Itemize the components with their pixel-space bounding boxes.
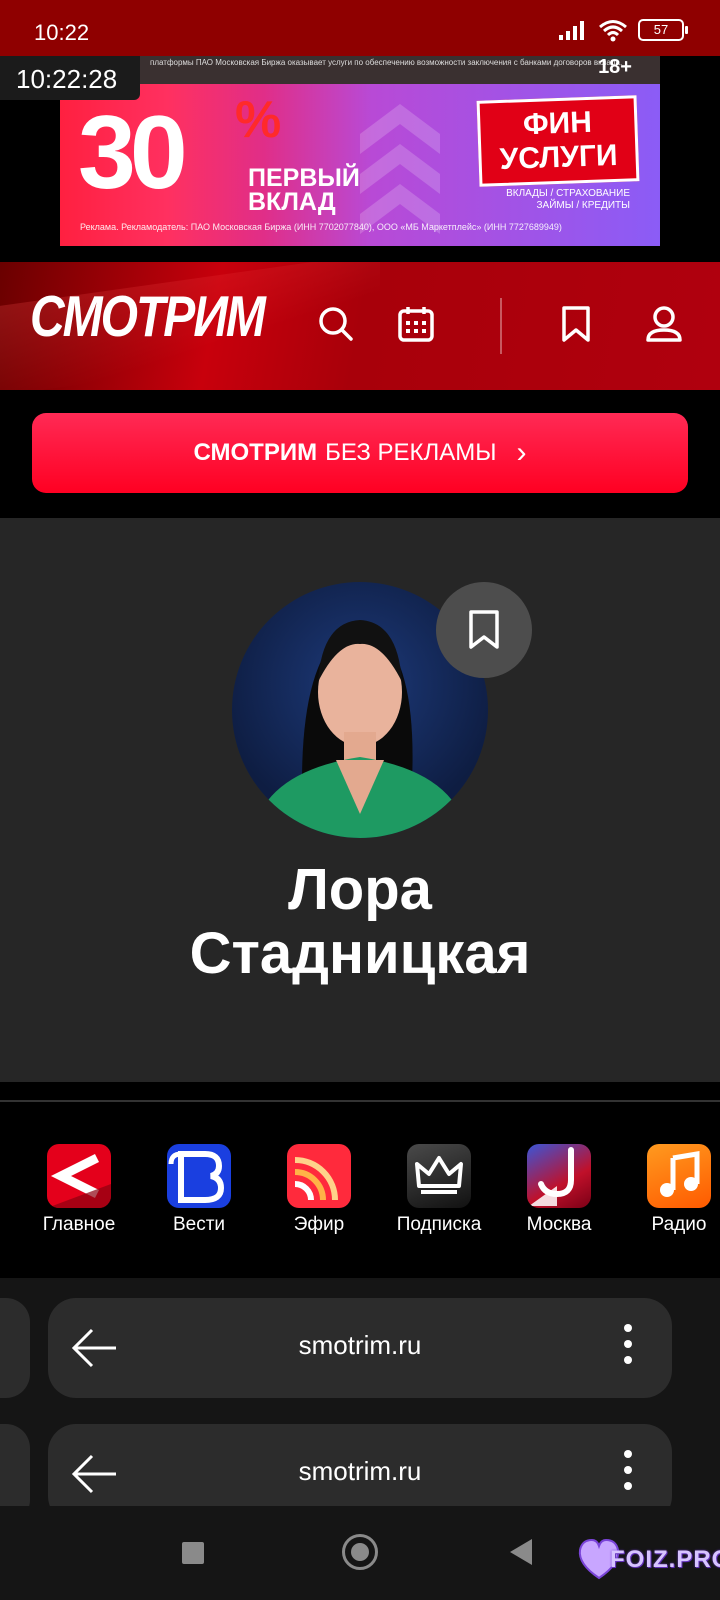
user-icon[interactable] — [642, 302, 686, 346]
bookmark-icon[interactable] — [554, 302, 598, 346]
bookmark-icon — [469, 610, 499, 649]
ad-big-number: 30 — [78, 95, 188, 211]
calendar-icon[interactable] — [394, 302, 438, 346]
ad-line1: ПЕРВЫЙ — [248, 164, 360, 192]
person-last-name: Стадницкая — [189, 921, 531, 986]
person-profile: Лора Стадницкая — [0, 518, 720, 1082]
ad-legal-text: Реклама. Рекламодатель: ПАО Московская Б… — [80, 222, 562, 232]
status-bar: 10:22 57 — [0, 0, 720, 56]
search-icon[interactable] — [314, 302, 358, 346]
ad-badge-line1: ФИН — [522, 105, 593, 142]
app-label: Радио — [651, 1214, 707, 1235]
recent-card-url: smotrim.ru — [298, 1330, 422, 1360]
more-vertical-icon[interactable] — [624, 1324, 634, 1372]
follow-bookmark-button[interactable] — [436, 582, 532, 678]
recent-card-url: smotrim.ru — [298, 1456, 422, 1486]
app-label: Главное — [42, 1214, 116, 1235]
app-efir[interactable]: Эфир — [264, 1144, 374, 1236]
ad-badge-line2: УСЛУГИ — [499, 138, 619, 177]
app-label: Москва — [526, 1214, 592, 1235]
site-header: СМОТРИМ — [0, 262, 720, 390]
ad-first-deposit: ПЕРВЫЙ ВКЛАД — [248, 164, 360, 216]
app-moskva[interactable]: Москва — [504, 1144, 614, 1236]
moskva-icon — [527, 1144, 591, 1208]
ad-small-line1: ВКЛАДЫ / СТРАХОВАНИЕ — [506, 188, 630, 199]
wifi-icon — [599, 20, 627, 42]
battery-level: 57 — [653, 22, 669, 37]
recents-button[interactable] — [182, 1542, 204, 1564]
ad-chevron-decoration — [360, 104, 440, 234]
ad-age-rating: 18+ — [598, 56, 632, 78]
no-ads-subscription-button[interactable]: СМОТРИМ БЕЗ РЕКЛАМЫ › — [32, 413, 688, 493]
person-first-name: Лора — [288, 857, 432, 922]
glavnoe-icon — [47, 1144, 111, 1208]
person-name: Лора Стадницкая — [0, 858, 720, 986]
app-label: Эфир — [293, 1214, 345, 1235]
recent-card[interactable]: smotrim.ru — [48, 1298, 672, 1398]
header-divider — [500, 298, 502, 354]
vesti-icon — [167, 1144, 231, 1208]
cta-brand: СМОТРИМ — [193, 439, 318, 466]
ad-services: ВКЛАДЫ / СТРАХОВАНИЕ ЗАЙМЫ / КРЕДИТЫ — [440, 188, 630, 212]
ad-small-line2: ЗАЙМЫ / КРЕДИТЫ — [536, 200, 630, 211]
battery-indicator: 57 — [638, 19, 688, 41]
watermark: FOIZ.PRO — [576, 1530, 720, 1590]
watermark-text: FOIZ.PRO — [610, 1546, 720, 1573]
recent-card-edge[interactable] — [0, 1424, 30, 1506]
ad-fin-badge: ФИН УСЛУГИ — [476, 95, 640, 187]
back-button[interactable] — [510, 1539, 532, 1565]
efir-icon — [287, 1144, 351, 1208]
recent-card[interactable]: smotrim.ru — [48, 1424, 672, 1506]
overlay-clock: 10:22:28 — [0, 56, 140, 100]
more-vertical-icon[interactable] — [624, 1450, 634, 1498]
signal-icon — [559, 21, 584, 40]
ad-top-strip[interactable]: платформы ПАО Московская Биржа оказывает… — [60, 56, 660, 84]
app-radio[interactable]: Радио — [624, 1144, 720, 1236]
status-icons: 57 — [558, 18, 688, 42]
ad-strip-text: платформы ПАО Московская Биржа оказывает… — [150, 58, 623, 67]
home-button[interactable] — [342, 1534, 378, 1570]
recent-card-edge[interactable] — [0, 1298, 30, 1398]
chevron-right-icon: › — [516, 436, 527, 469]
app-label: Вести — [172, 1214, 226, 1235]
site-logo[interactable]: СМОТРИМ — [30, 285, 266, 351]
status-time: 10:22 — [34, 20, 90, 45]
overlay-clock-text: 10:22:28 — [16, 64, 118, 94]
app-podpiska[interactable]: Подписка — [384, 1144, 494, 1236]
ad-banner[interactable]: 30 % ПЕРВЫЙ ВКЛАД ФИН УСЛУГИ ВКЛАДЫ / СТ… — [60, 84, 660, 246]
ad-line2: ВКЛАД — [248, 188, 336, 216]
service-apps-row: Главное Вести Эфир Подписка Москва Радио — [0, 1102, 720, 1278]
music-note-icon — [647, 1144, 711, 1208]
cta-label: БЕЗ РЕКЛАМЫ — [325, 439, 497, 466]
recent-apps: smotrim.ru smotrim.ru — [0, 1278, 720, 1506]
app-glavnoe[interactable]: Главное — [24, 1144, 134, 1236]
crown-icon — [407, 1144, 471, 1208]
app-label: Подписка — [396, 1214, 482, 1235]
app-vesti[interactable]: Вести — [144, 1144, 254, 1236]
ad-percent: % — [235, 91, 282, 149]
